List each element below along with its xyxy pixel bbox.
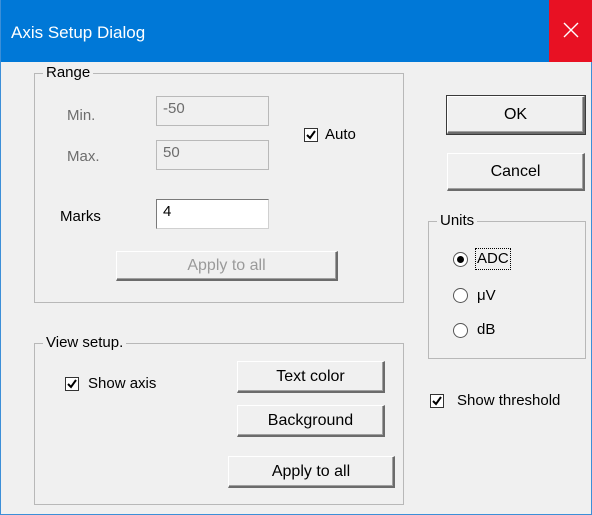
radio-adc[interactable] xyxy=(453,252,468,267)
window-title: Axis Setup Dialog xyxy=(11,23,146,42)
radio-db-label[interactable]: dB xyxy=(477,321,495,339)
min-label: Min. xyxy=(67,107,96,124)
radio-uv[interactable] xyxy=(453,288,468,303)
radio-adc-label[interactable]: ADC xyxy=(475,248,511,270)
min-input[interactable]: -50 xyxy=(156,96,269,126)
checkmark-icon xyxy=(432,396,442,406)
background-button[interactable]: Background xyxy=(237,405,385,437)
view-setup-group-label: View setup. xyxy=(43,334,127,352)
text-color-button[interactable]: Text color xyxy=(237,361,385,393)
checkmark-icon xyxy=(67,379,77,389)
radio-db[interactable] xyxy=(453,323,468,338)
checkmark-icon xyxy=(306,130,316,140)
close-icon xyxy=(563,22,579,38)
auto-checkbox[interactable] xyxy=(304,128,318,142)
cancel-button[interactable]: Cancel xyxy=(447,153,585,191)
units-group-label: Units xyxy=(437,212,478,230)
radio-uv-label[interactable]: μV xyxy=(477,287,496,305)
range-group-label: Range xyxy=(43,64,94,82)
view-apply-to-all-button[interactable]: Apply to all xyxy=(228,456,395,488)
title-bar[interactable]: Axis Setup Dialog xyxy=(1,0,592,62)
axis-setup-dialog: Axis Setup Dialog Range Min. -50 Max. 50… xyxy=(0,0,592,515)
close-button[interactable] xyxy=(549,0,592,62)
marks-input[interactable]: 4 xyxy=(156,199,269,229)
show-threshold-label[interactable]: Show threshold xyxy=(457,392,560,410)
show-axis-checkbox[interactable] xyxy=(65,377,79,391)
show-axis-label[interactable]: Show axis xyxy=(88,375,156,393)
max-label: Max. xyxy=(67,148,100,165)
radio-selected-dot xyxy=(457,256,464,263)
auto-label[interactable]: Auto xyxy=(325,126,356,144)
units-group: Units xyxy=(428,212,586,359)
show-threshold-checkbox[interactable] xyxy=(430,394,444,408)
ok-button[interactable]: OK xyxy=(446,95,586,135)
range-apply-to-all-button[interactable]: Apply to all xyxy=(116,251,338,281)
max-input[interactable]: 50 xyxy=(156,140,269,170)
marks-label: Marks xyxy=(60,208,101,225)
